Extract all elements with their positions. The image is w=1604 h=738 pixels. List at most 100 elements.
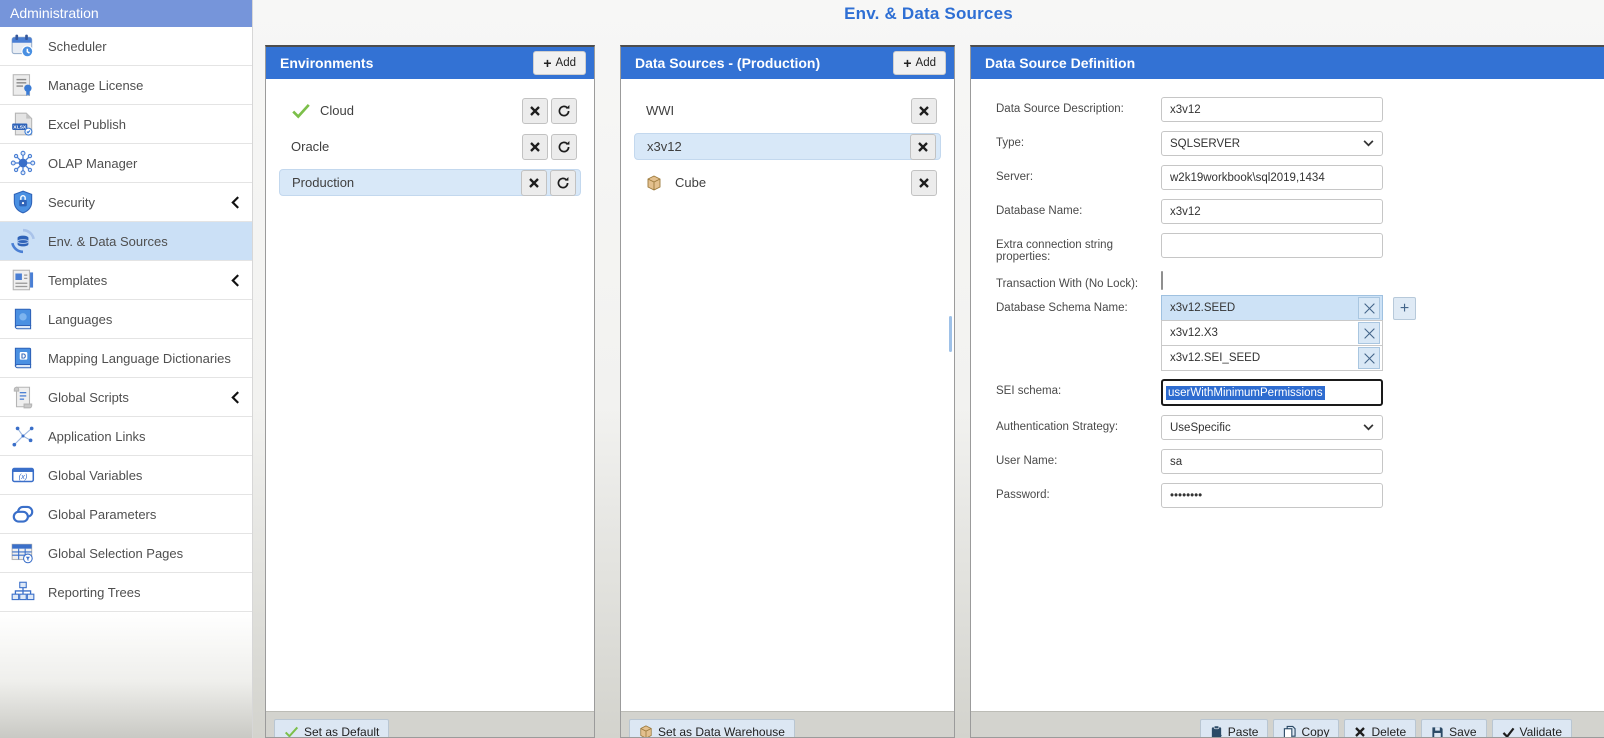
- data-source-name: WWI: [646, 103, 908, 118]
- environment-row-cloud[interactable]: Cloud: [279, 97, 581, 124]
- delete-environment-button[interactable]: [521, 170, 547, 196]
- scrollbar-thumb[interactable]: [949, 316, 952, 352]
- schema-name: x3v12.SEI_SEED: [1170, 352, 1358, 364]
- schema-row[interactable]: x3v12.SEED: [1161, 295, 1383, 321]
- server-input[interactable]: [1161, 165, 1383, 190]
- paste-label: Paste: [1228, 725, 1259, 738]
- sidebar-item-mapping-language-dictionaries[interactable]: D Mapping Language Dictionaries: [0, 339, 252, 378]
- sidebar-item-scheduler[interactable]: Scheduler: [0, 27, 252, 66]
- delete-environment-button[interactable]: [522, 134, 548, 160]
- sidebar-item-label: Languages: [48, 312, 252, 327]
- delete-data-source-button[interactable]: [911, 98, 937, 124]
- remove-schema-button[interactable]: [1358, 322, 1380, 344]
- sidebar-item-security[interactable]: Security: [0, 183, 252, 222]
- add-environment-button[interactable]: + Add: [533, 51, 586, 75]
- environments-panel: Environments + Add Cloud Oracle Producti…: [265, 45, 595, 738]
- security-icon: [9, 189, 36, 216]
- remove-schema-button[interactable]: [1358, 297, 1380, 319]
- x-icon: [1363, 327, 1376, 340]
- manage-license-icon: [9, 72, 36, 99]
- sidebar-item-reporting-trees[interactable]: Reporting Trees: [0, 573, 252, 612]
- add-data-source-button[interactable]: + Add: [893, 51, 946, 75]
- data-source-row-x3v12[interactable]: x3v12: [634, 133, 941, 160]
- refresh-environment-button[interactable]: [550, 170, 576, 196]
- global-variables-icon: (x): [9, 462, 36, 489]
- form-row-type: Type: SQLSERVER: [996, 131, 1591, 156]
- sidebar-item-global-scripts[interactable]: Global Scripts: [0, 378, 252, 417]
- sidebar-item-application-links[interactable]: Application Links: [0, 417, 252, 456]
- sidebar-item-manage-license[interactable]: Manage License: [0, 66, 252, 105]
- save-button[interactable]: Save: [1421, 719, 1486, 738]
- data-source-definition-panel: Data Source Definition Data Source Descr…: [970, 45, 1604, 738]
- sidebar-item-olap-manager[interactable]: OLAP Manager: [0, 144, 252, 183]
- extra-properties-input[interactable]: [1161, 233, 1383, 258]
- mapping-dictionaries-icon: D: [9, 345, 36, 372]
- auth-strategy-select[interactable]: UseSpecific: [1161, 415, 1383, 440]
- chevron-down-icon: [1363, 424, 1374, 431]
- data-sources-panel-title: Data Sources - (Production): [635, 55, 893, 71]
- cube-icon: [639, 725, 653, 738]
- data-source-name: Cube: [675, 175, 908, 190]
- field-label: Password:: [996, 483, 1161, 501]
- refresh-icon: [556, 176, 570, 190]
- validate-button[interactable]: Validate: [1492, 719, 1572, 738]
- form-row-database-name: Database Name:: [996, 199, 1591, 224]
- field-label: Extra connection string properties:: [996, 233, 1161, 263]
- environment-row-production[interactable]: Production: [279, 169, 581, 196]
- x-icon: [1363, 302, 1376, 315]
- sidebar-item-label: Excel Publish: [48, 117, 252, 132]
- user-name-input[interactable]: [1161, 449, 1383, 474]
- delete-button[interactable]: Delete: [1344, 719, 1416, 738]
- scheduler-icon: [9, 33, 36, 60]
- password-input[interactable]: [1161, 483, 1383, 508]
- paste-icon: [1210, 725, 1223, 738]
- sidebar-item-languages[interactable]: Languages: [0, 300, 252, 339]
- environment-row-oracle[interactable]: Oracle: [279, 133, 581, 160]
- transaction-nolock-checkbox[interactable]: [1161, 271, 1163, 290]
- form-row-sei-schema: SEI schema: userWithMinimumPermissions: [996, 379, 1591, 406]
- svg-text:XLSX: XLSX: [13, 125, 27, 131]
- sidebar-item-label: Security: [48, 195, 231, 210]
- sidebar-item-templates[interactable]: Templates: [0, 261, 252, 300]
- form-row-description: Data Source Description:: [996, 97, 1591, 122]
- remove-schema-button[interactable]: [1358, 347, 1380, 369]
- sidebar-item-excel-publish[interactable]: XLSX Excel Publish: [0, 105, 252, 144]
- sidebar-item-global-selection-pages[interactable]: Global Selection Pages: [0, 534, 252, 573]
- delete-environment-button[interactable]: [522, 98, 548, 124]
- sidebar-item-label: Global Variables: [48, 468, 252, 483]
- chevron-left-icon: [231, 391, 240, 404]
- data-source-row-cube[interactable]: Cube: [634, 169, 941, 196]
- sidebar-item-label: Scheduler: [48, 39, 252, 54]
- sidebar-item-env-data-sources[interactable]: Env. & Data Sources: [0, 222, 252, 261]
- chevron-left-icon: [231, 196, 240, 209]
- olap-manager-icon: [9, 150, 36, 177]
- delete-data-source-button[interactable]: [911, 170, 937, 196]
- field-label: Server:: [996, 165, 1161, 183]
- svg-text:(x): (x): [18, 472, 27, 481]
- refresh-icon: [557, 140, 571, 154]
- auth-strategy-value: UseSpecific: [1170, 422, 1363, 434]
- schema-row[interactable]: x3v12.X3: [1161, 320, 1383, 346]
- sidebar-item-global-variables[interactable]: (x) Global Variables: [0, 456, 252, 495]
- set-as-data-warehouse-button[interactable]: Set as Data Warehouse: [629, 719, 795, 738]
- refresh-environment-button[interactable]: [551, 134, 577, 160]
- database-name-input[interactable]: [1161, 199, 1383, 224]
- validate-label: Validate: [1520, 725, 1562, 738]
- type-select[interactable]: SQLSERVER: [1161, 131, 1383, 156]
- copy-button[interactable]: Copy: [1273, 719, 1339, 738]
- sei-schema-input[interactable]: userWithMinimumPermissions: [1161, 379, 1383, 406]
- add-schema-button[interactable]: +: [1393, 297, 1416, 320]
- form-row-extra-properties: Extra connection string properties:: [996, 233, 1591, 263]
- form-row-schema-name: Database Schema Name: x3v12.SEED x3v12.X…: [996, 296, 1591, 371]
- set-as-default-button[interactable]: Set as Default: [274, 719, 389, 738]
- application-links-icon: [9, 423, 36, 450]
- refresh-environment-button[interactable]: [551, 98, 577, 124]
- sidebar-item-global-parameters[interactable]: Global Parameters: [0, 495, 252, 534]
- description-input[interactable]: [1161, 97, 1383, 122]
- paste-button[interactable]: Paste: [1200, 719, 1269, 738]
- schema-row[interactable]: x3v12.SEI_SEED: [1161, 345, 1383, 371]
- environment-name: Production: [292, 175, 518, 190]
- delete-data-source-button[interactable]: [910, 134, 936, 160]
- form-row-password: Password:: [996, 483, 1591, 508]
- data-source-row-wwi[interactable]: WWI: [634, 97, 941, 124]
